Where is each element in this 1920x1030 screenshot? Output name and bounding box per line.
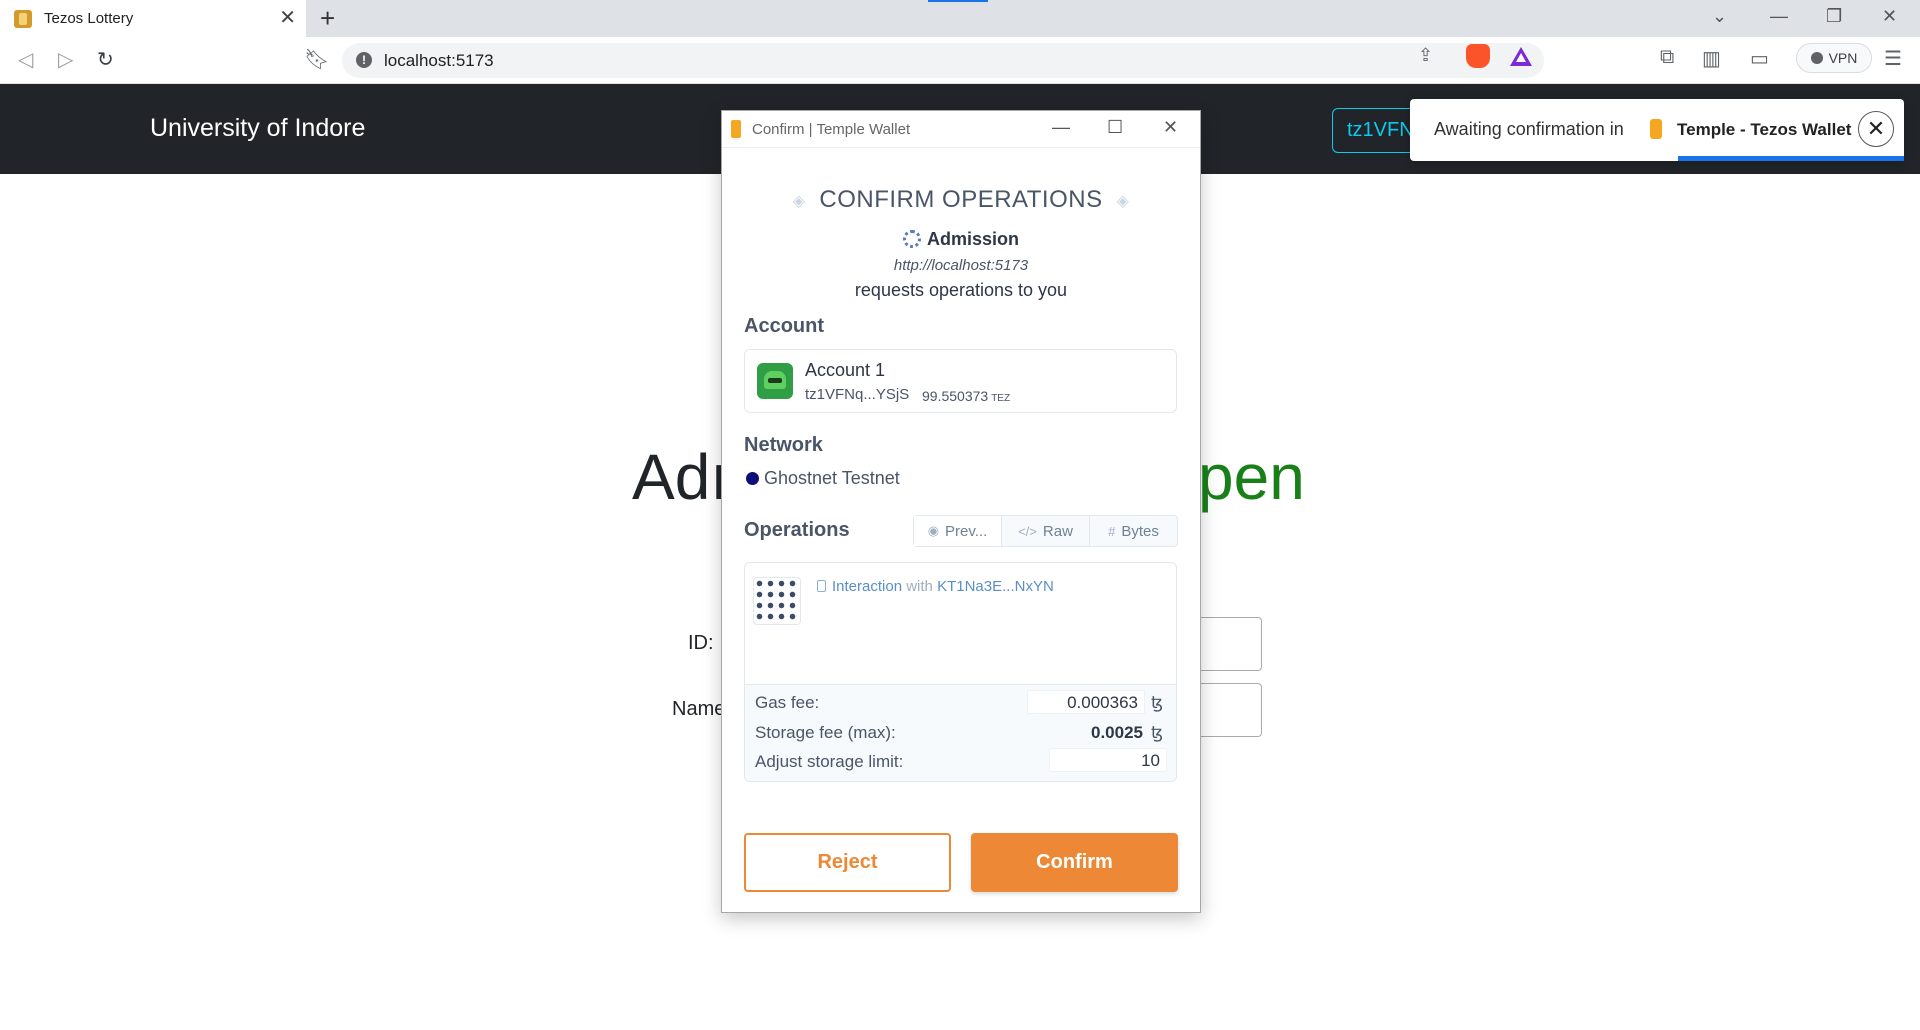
tez-symbol: ꜩ [1151, 693, 1164, 712]
vpn-label: VPN [1828, 50, 1858, 66]
wallet-icon[interactable]: ▭ [1750, 46, 1769, 71]
browser-tab-strip: Tezos Lottery ✕ + ⌄ — ❐ ✕ [0, 0, 1920, 37]
popup-maximize-icon[interactable]: ☐ [1107, 117, 1123, 138]
temple-key-icon [731, 120, 741, 138]
brave-rewards-icon[interactable] [1510, 47, 1532, 66]
popup-title-bar: Confirm | Temple Wallet — ☐ ✕ [722, 111, 1200, 148]
tab-raw[interactable]: </> Raw [1002, 516, 1090, 546]
popup-window-title: Confirm | Temple Wallet [752, 121, 911, 138]
vpn-status-icon [1810, 52, 1823, 64]
url-text[interactable]: localhost:5173 [384, 51, 494, 71]
network-section-label: Network [744, 434, 823, 456]
id-label: ID: [688, 632, 714, 654]
popup-minimize-icon[interactable]: — [1052, 117, 1070, 138]
page-heading-left: Adı [632, 441, 729, 513]
temple-key-icon [1650, 119, 1662, 139]
document-icon [817, 580, 826, 592]
dapp-name: Admission [722, 229, 1200, 250]
account-section-label: Account [744, 315, 824, 337]
page-heading-status: pen [1198, 441, 1305, 513]
contract-address-link[interactable]: KT1Na3E...NxYN [937, 578, 1054, 595]
minimize-icon[interactable]: — [1770, 6, 1788, 27]
browser-toolbar: ◁ ▷ ↻ 🔖︎ ! localhost:5173 ⇪ ⧉ ▥ ▭ VPN ☰ [0, 37, 1920, 84]
temple-confirm-window: Confirm | Temple Wallet — ☐ ✕ ◈ CONFIRM O… [721, 110, 1201, 913]
diamond-icon: ◈ [792, 192, 806, 210]
sidebar-icon[interactable]: ▥ [1702, 46, 1721, 71]
back-icon[interactable]: ◁ [18, 47, 33, 72]
storage-limit-input[interactable]: 10 [1049, 748, 1167, 772]
confirm-button[interactable]: Confirm [971, 833, 1178, 892]
code-icon: </> [1018, 523, 1037, 539]
tab-bytes[interactable]: # Bytes [1090, 516, 1177, 546]
tab-title: Tezos Lottery [44, 10, 134, 27]
menu-icon[interactable]: ☰ [1884, 46, 1902, 71]
gas-fee-label: Gas fee: [755, 693, 820, 712]
network-dot-icon [746, 472, 759, 485]
browser-tab[interactable]: Tezos Lottery ✕ [0, 0, 306, 37]
new-tab-icon[interactable]: + [320, 4, 335, 32]
storage-fee-label: Storage fee (max): [755, 723, 896, 742]
toast-message: Awaiting confirmation in [1434, 119, 1624, 139]
dapp-url: http://localhost:5173 [893, 257, 1029, 274]
operations-section-label: Operations [744, 519, 850, 541]
vpn-button[interactable]: VPN [1796, 43, 1872, 73]
forward-icon[interactable]: ▷ [58, 47, 73, 72]
diamond-icon: ◈ [1116, 192, 1130, 210]
tab-strip-indicator [928, 0, 988, 2]
storage-limit-label: Adjust storage limit: [755, 752, 904, 771]
address-bar[interactable]: ! localhost:5173 [342, 43, 1544, 78]
confirm-operations-heading: ◈ CONFIRM OPERATIONS ◈ [792, 186, 1130, 213]
account-avatar-icon [757, 363, 793, 399]
operation-preview: Interaction with KT1Na3E...NxYN Gas fee:… [744, 562, 1177, 782]
tez-symbol: ꜩ [1151, 723, 1164, 742]
reload-icon[interactable]: ↻ [97, 47, 114, 72]
window-close-icon[interactable]: ✕ [1882, 6, 1897, 27]
toast-active-indicator [1678, 156, 1904, 161]
tab-preview[interactable]: ◉ Prev... [914, 516, 1002, 546]
fees-panel: Gas fee: 0.000363 ꜩ Storage fee (max): 0… [745, 684, 1176, 781]
account-balance: 99.550373 TEZ [922, 388, 1011, 404]
brave-shields-icon[interactable] [1466, 44, 1490, 68]
extensions-icon[interactable]: ⧉ [1660, 46, 1674, 69]
toast-wallet-name[interactable]: Temple - Tezos Wallet [1677, 120, 1851, 140]
tab-close-icon[interactable]: ✕ [279, 8, 296, 28]
storage-fee-value: 0.0025 [1091, 723, 1143, 742]
share-icon[interactable]: ⇪ [1418, 45, 1433, 66]
account-address[interactable]: tz1VFNq...YSjS [805, 386, 909, 403]
dapp-request-text: requests operations to you [854, 280, 1068, 300]
toast-close-icon[interactable]: ✕ [1858, 111, 1894, 147]
operation-summary: Interaction with KT1Na3E...NxYN [817, 578, 1054, 595]
bookmark-icon[interactable]: 🔖︎ [304, 47, 329, 72]
account-card[interactable]: Account 1 tz1VFNq...YSjS 99.550373 TEZ [744, 349, 1177, 413]
wallet-notification-toast: Awaiting confirmation in Temple - Tezos … [1410, 99, 1904, 161]
dapp-icon [902, 230, 921, 248]
tab-favicon-icon [14, 9, 32, 28]
contract-identicon-icon [753, 577, 801, 625]
brand-title[interactable]: University of Indore [150, 114, 365, 143]
popup-close-icon[interactable]: ✕ [1163, 117, 1178, 138]
restore-icon[interactable]: ❐ [1826, 6, 1842, 27]
gas-fee-input[interactable]: 0.000363 [1027, 690, 1145, 714]
tab-search-icon[interactable]: ⌄ [1712, 6, 1727, 27]
operations-view-tabs: ◉ Prev... </> Raw # Bytes [913, 515, 1178, 547]
eye-icon: ◉ [927, 523, 940, 538]
site-info-icon[interactable]: ! [356, 52, 372, 68]
name-label: Name [672, 698, 726, 720]
network-name: Ghostnet Testnet [764, 468, 900, 488]
account-name: Account 1 [805, 360, 886, 380]
hash-icon: # [1108, 523, 1116, 539]
reject-button[interactable]: Reject [744, 833, 951, 892]
